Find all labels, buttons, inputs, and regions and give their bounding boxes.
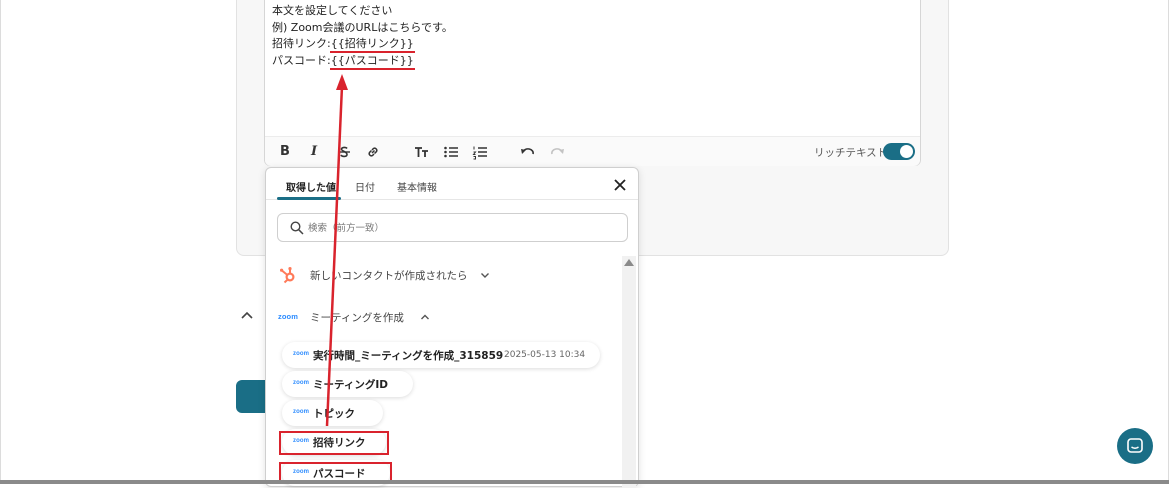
chat-icon — [1127, 438, 1143, 453]
value-chip-execution-time[interactable]: zoom 実行時間_ミーティングを作成_315859 2025-05-13 10… — [282, 342, 600, 368]
value-chip-topic[interactable]: zoom トピック — [282, 400, 383, 426]
chevron-up-icon — [421, 314, 429, 320]
invite-link-variable[interactable]: {{招待リンク}} — [329, 37, 415, 53]
editor-line-passcode: パスコード:{{パスコード}} — [272, 53, 453, 70]
chip-label: 実行時間_ミーティングを作成_315859 — [313, 350, 504, 362]
highlight-box-invite-link — [279, 431, 389, 455]
value-chip-meeting-id[interactable]: zoom ミーティングID — [282, 371, 413, 397]
scrollbar[interactable] — [622, 256, 636, 488]
passcode-prefix: パスコード: — [272, 53, 331, 67]
section-new-contact[interactable]: 新しいコンタクトが作成されたら — [278, 265, 498, 285]
red-underline — [329, 67, 415, 70]
bold-icon[interactable]: B — [277, 144, 293, 160]
chevron-down-icon — [481, 273, 489, 278]
redo-icon[interactable] — [549, 144, 565, 160]
search-input[interactable] — [308, 220, 608, 236]
section-create-meeting[interactable]: zoom ミーティングを作成 — [278, 307, 438, 327]
chat-support-button[interactable] — [1117, 428, 1153, 464]
bullet-list-icon[interactable] — [443, 144, 459, 160]
chip-label: トピック — [313, 408, 355, 420]
search-icon — [290, 221, 304, 235]
tab-basic-info[interactable]: 基本情報 — [397, 179, 437, 194]
rich-text-label: リッチテキスト — [814, 147, 888, 159]
active-tab-indicator — [277, 197, 341, 200]
italic-icon[interactable]: I — [306, 144, 322, 160]
numbered-list-icon[interactable] — [472, 144, 488, 160]
rich-text-toggle[interactable] — [883, 143, 915, 160]
variable-picker-panel: 取得した値 日付 基本情報 新しいコンタクトが作成されたら zoom — [265, 167, 639, 488]
search-box[interactable] — [277, 213, 628, 242]
editor-line: 例) Zoom会議のURLはこちらです。 — [272, 20, 453, 34]
passcode-variable-text: {{パスコード}} — [330, 53, 414, 67]
tab-date[interactable]: 日付 — [355, 179, 375, 194]
scroll-up-arrow-icon[interactable] — [624, 259, 634, 266]
text-size-icon[interactable] — [413, 144, 429, 160]
invite-prefix: 招待リンク: — [272, 37, 331, 50]
toggle-knob — [900, 145, 913, 158]
chip-label: ミーティングID — [313, 379, 388, 391]
zoom-logo-icon: zoom — [293, 409, 310, 415]
zoom-logo-icon: zoom — [293, 351, 310, 357]
panel-tabs: 取得した値 日付 基本情報 — [266, 168, 638, 200]
zoom-logo-icon: zoom — [293, 380, 310, 386]
chevron-up-icon[interactable] — [240, 308, 254, 322]
hubspot-icon — [280, 267, 295, 284]
zoom-logo-icon: zoom — [278, 312, 298, 321]
passcode-variable[interactable]: {{パスコード}} — [329, 53, 415, 70]
section-label: ミーティングを作成 — [310, 312, 404, 324]
message-body-editor[interactable]: 本文を設定してください 例) Zoom会議のURLはこちらです。 招待リンク:{… — [264, 0, 921, 166]
editor-line: 本文を設定してください — [272, 4, 393, 17]
editor-content[interactable]: 本文を設定してください 例) Zoom会議のURLはこちらです。 招待リンク:{… — [272, 3, 453, 70]
undo-icon[interactable] — [520, 144, 536, 160]
chip-value: 2025-05-13 10:34 — [504, 350, 586, 360]
invite-link-variable-text: {{招待リンク}} — [330, 37, 414, 50]
link-icon[interactable] — [365, 144, 381, 160]
section-label: 新しいコンタクトが作成されたら — [310, 270, 468, 282]
window-bottom-edge — [0, 480, 1169, 484]
editor-toolbar: B I リッチテキスト — [265, 136, 920, 166]
close-icon[interactable] — [612, 177, 628, 193]
strikethrough-icon[interactable] — [336, 144, 352, 160]
tab-retrieved-values[interactable]: 取得した値 — [286, 179, 336, 194]
editor-line-invite: 招待リンク:{{招待リンク}} — [272, 36, 453, 53]
